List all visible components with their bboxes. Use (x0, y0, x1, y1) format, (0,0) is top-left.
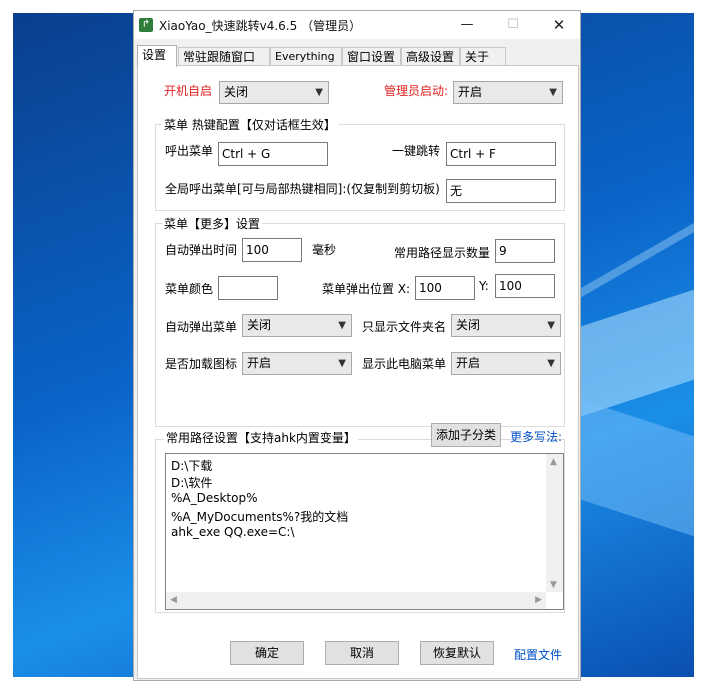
scroll-up-arrow-icon[interactable]: ▲ (550, 457, 557, 467)
scroll-right-arrow-icon[interactable]: ▶ (535, 595, 542, 605)
path-count-field[interactable]: 9 (495, 239, 555, 263)
path-line: ahk_exe QQ.exe=C:\ (171, 525, 295, 539)
close-button[interactable]: ✕ (536, 11, 582, 39)
path-line: D:\软件 (171, 476, 213, 490)
load-icon-select[interactable]: 开启 ▼ (242, 352, 352, 375)
restore-default-button[interactable]: 恢复默认 (420, 641, 494, 665)
settings-panel: 开机自启 关闭 ▼ 管理员启动: 开启 ▼ 菜单 热键配置【仅对话框生效】 呼出… (137, 65, 579, 679)
minimize-button[interactable]: — (444, 11, 490, 39)
folder-only-value: 关闭 (456, 318, 481, 332)
ok-button[interactable]: 确定 (230, 641, 304, 665)
maximize-button[interactable]: ☐ (490, 11, 536, 39)
global-menu-label: 全局呼出菜单[可与局部热键相同]:(仅复制到剪切板) (165, 182, 440, 196)
autostart-select[interactable]: 关闭 ▼ (219, 81, 329, 104)
paths-group-title: 常用路径设置【支持ahk内置变量】 (164, 429, 358, 446)
path-line: %A_MyDocuments%?我的文档 (171, 510, 349, 524)
autostart-value: 关闭 (224, 85, 249, 99)
paths-textarea[interactable]: D:\下载 D:\软件 %A_Desktop% %A_MyDocuments%?… (165, 453, 564, 610)
pc-menu-select[interactable]: 开启 ▼ (451, 352, 561, 375)
auto-popup-value: 关闭 (247, 318, 272, 332)
call-menu-label: 呼出菜单 (165, 144, 214, 158)
window-title: XiaoYao_快速跳转v4.6.5 （管理员） (159, 19, 362, 33)
auto-popup-label: 自动弹出菜单 (165, 320, 238, 334)
horizontal-scrollbar[interactable]: ◀ ▶ (166, 592, 546, 609)
call-menu-hotkey-field[interactable]: Ctrl + G (218, 142, 328, 166)
auto-popup-time-label: 自动弹出时间 (165, 243, 238, 257)
more-settings-group-title: 菜单【更多】设置 (162, 215, 263, 232)
cancel-button[interactable]: 取消 (325, 641, 399, 665)
wallpaper-windows-logo-lower (573, 397, 694, 549)
auto-popup-select[interactable]: 关闭 ▼ (242, 314, 352, 337)
vertical-scrollbar[interactable]: ▲ ▼ (546, 454, 563, 592)
popup-position-x-label: 菜单弹出位置 X: (322, 282, 411, 296)
tab-everything[interactable]: Everything (270, 47, 342, 66)
path-line: %A_Desktop% (171, 491, 258, 505)
chevron-down-icon: ▼ (315, 87, 323, 98)
scroll-left-arrow-icon[interactable]: ◀ (170, 595, 177, 605)
admin-start-label: 管理员启动: (384, 84, 449, 98)
app-arrow-icon: ↱ (139, 18, 153, 32)
folder-only-select[interactable]: 关闭 ▼ (451, 314, 561, 337)
tab-about[interactable]: 关于 (460, 47, 506, 66)
jump-hotkey-field[interactable]: Ctrl + F (446, 142, 556, 166)
scroll-down-arrow-icon[interactable]: ▼ (550, 580, 557, 590)
chevron-down-icon: ▼ (549, 87, 557, 98)
popup-y-field[interactable]: 100 (495, 274, 555, 298)
pc-menu-value: 开启 (456, 356, 481, 370)
jump-label: 一键跳转 (392, 144, 441, 158)
chevron-down-icon: ▼ (547, 320, 555, 331)
load-icon-value: 开启 (247, 356, 272, 370)
tab-window-settings[interactable]: 窗口设置 (342, 47, 401, 66)
menu-color-field[interactable] (218, 276, 278, 300)
global-hotkey-field[interactable]: 无 (446, 179, 556, 203)
more-syntax-link[interactable]: 更多写法: (510, 428, 562, 445)
path-count-label: 常用路径显示数量 (394, 246, 491, 260)
load-icon-label: 是否加载图标 (165, 357, 238, 371)
auto-popup-time-field[interactable]: 100 (242, 238, 302, 262)
admin-start-select[interactable]: 开启 ▼ (453, 81, 563, 104)
tab-follow-window[interactable]: 常驻跟随窗口 (178, 47, 270, 66)
tab-advanced-settings[interactable]: 高级设置 (401, 47, 460, 66)
wallpaper-windows-logo-upper (573, 277, 694, 419)
chevron-down-icon: ▼ (547, 358, 555, 369)
config-file-link[interactable]: 配置文件 (514, 646, 562, 663)
popup-y-label: Y: (479, 279, 489, 293)
chevron-down-icon: ▼ (338, 358, 346, 369)
title-bar[interactable]: ↱ XiaoYao_快速跳转v4.6.5 （管理员） — ☐ ✕ (134, 11, 580, 39)
pc-menu-label: 显示此电脑菜单 (362, 357, 447, 371)
autostart-label: 开机自启 (164, 84, 213, 98)
chevron-down-icon: ▼ (338, 320, 346, 331)
settings-window: ↱ XiaoYao_快速跳转v4.6.5 （管理员） — ☐ ✕ 设置 常驻跟随… (133, 10, 581, 681)
menu-color-label: 菜单颜色 (165, 282, 214, 296)
admin-start-value: 开启 (458, 85, 483, 99)
popup-x-field[interactable]: 100 (415, 276, 475, 300)
folder-only-label: 只显示文件夹名 (362, 320, 447, 334)
hotkey-group-title: 菜单 热键配置【仅对话框生效】 (162, 116, 338, 133)
add-subcategory-button[interactable]: 添加子分类 (431, 423, 501, 447)
tab-settings[interactable]: 设置 (137, 45, 177, 67)
path-line: D:\下载 (171, 459, 213, 473)
ms-unit-label: 毫秒 (312, 243, 337, 257)
